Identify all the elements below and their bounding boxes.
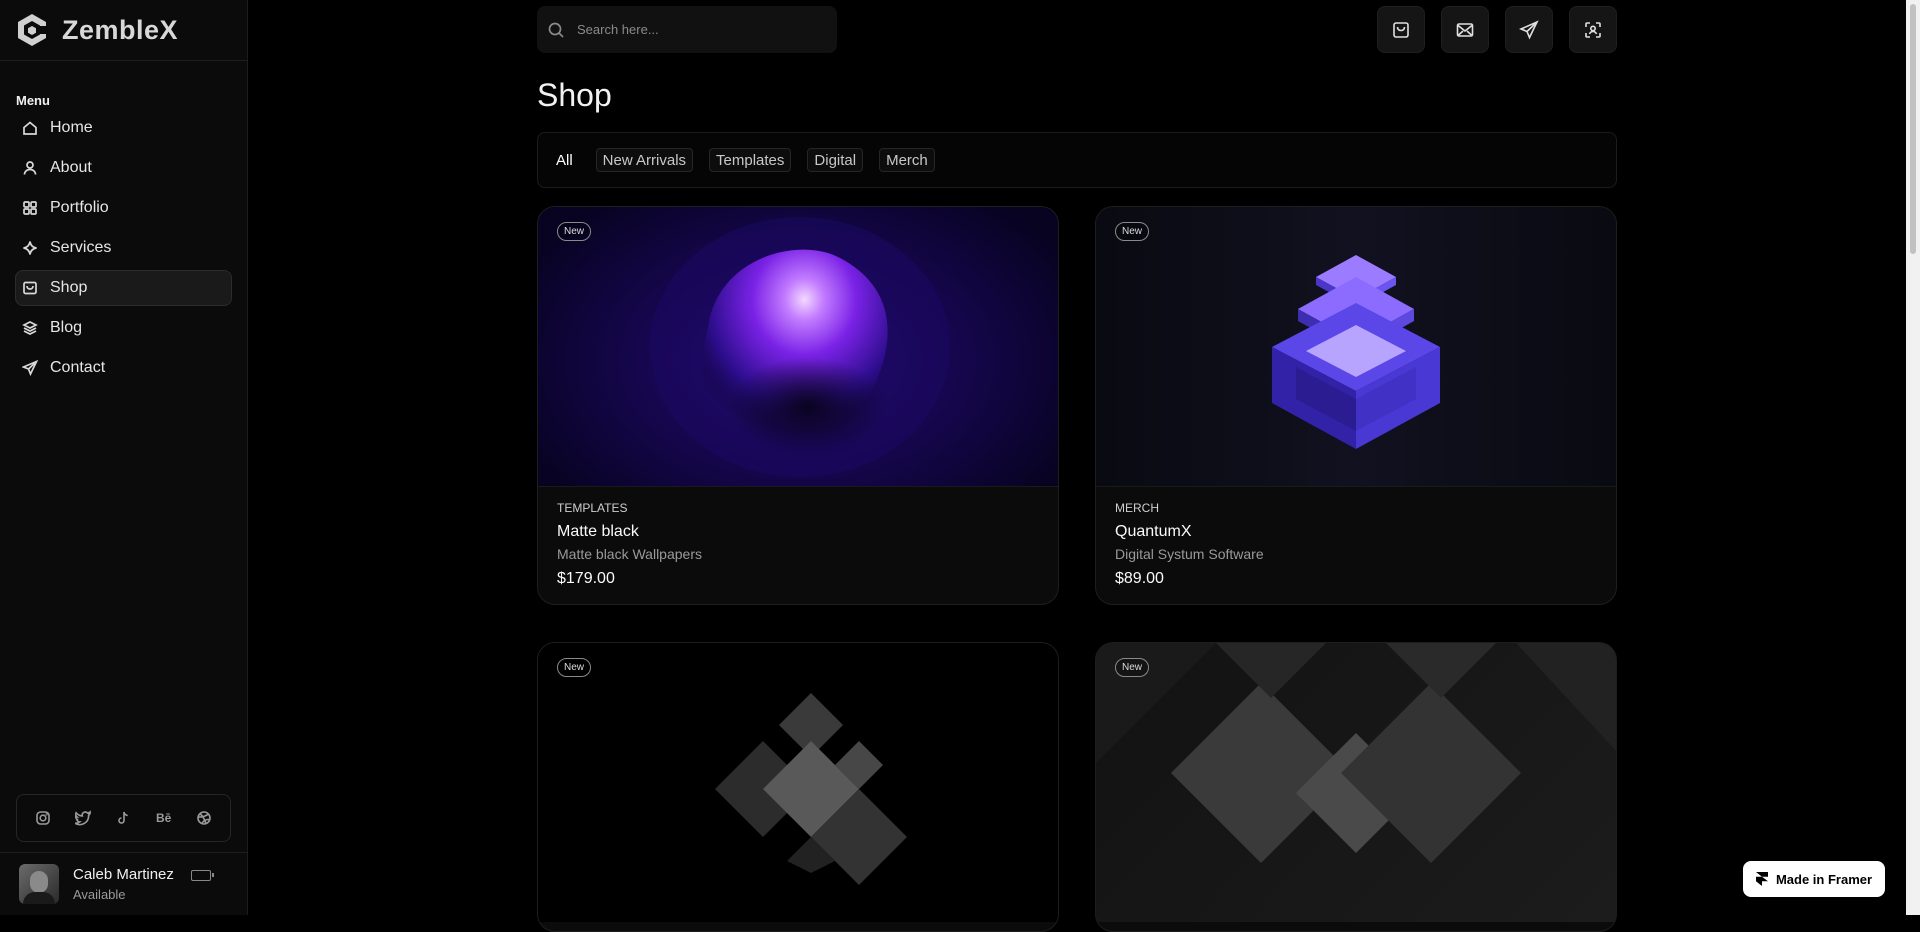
new-badge: New: [557, 222, 592, 241]
product-card-3[interactable]: New: [537, 642, 1059, 932]
product-card-matte-black[interactable]: New TEMPLATES Matte black Matte black Wa…: [537, 206, 1059, 605]
product-description: Matte black Wallpapers: [557, 546, 702, 562]
sidebar-item-portfolio[interactable]: Portfolio: [15, 190, 232, 226]
grid-icon: [23, 201, 37, 215]
battery-icon: [191, 870, 214, 881]
sidebar-item-label: Services: [50, 239, 112, 256]
product-image: New: [538, 207, 1058, 486]
product-category: MERCH: [1115, 501, 1159, 515]
user-name: Caleb Martinez: [73, 866, 174, 883]
bag-icon: [1393, 21, 1409, 38]
user-icon: [23, 161, 37, 175]
filter-merch[interactable]: Merch: [879, 148, 935, 172]
instagram-icon[interactable]: [34, 809, 52, 827]
product-card-4[interactable]: New: [1095, 642, 1617, 932]
new-badge: New: [1115, 222, 1150, 241]
scan-user-icon: [1585, 21, 1601, 38]
product-title: QuantumX: [1115, 523, 1192, 540]
user-profile[interactable]: Caleb Martinez Available: [19, 864, 174, 904]
product-image: New: [1096, 207, 1616, 486]
sidebar-item-shop[interactable]: Shop: [15, 270, 232, 306]
twitter-icon[interactable]: [74, 809, 92, 827]
product-price: $89.00: [1115, 570, 1164, 587]
filter-all[interactable]: All: [553, 148, 580, 172]
zemblex-logo-icon: [18, 14, 48, 46]
mail-button[interactable]: [1441, 6, 1489, 53]
product-image: New: [538, 643, 1058, 922]
brand[interactable]: ZembleX: [14, 12, 178, 48]
framer-badge-label: Made in Framer: [1775, 871, 1873, 887]
brand-name: ZembleX: [62, 14, 179, 45]
filter-digital[interactable]: Digital: [807, 148, 864, 172]
behance-icon[interactable]: Bē: [155, 809, 173, 827]
product-image: New: [1096, 643, 1616, 922]
send-icon: [22, 360, 38, 376]
home-icon: [23, 121, 37, 135]
product-description: Digital Systum Software: [1115, 546, 1264, 562]
sparkle-icon: [23, 241, 37, 255]
layers-icon: [22, 321, 38, 335]
sidebar-item-label: Home: [50, 119, 93, 136]
sidebar-item-about[interactable]: About: [15, 150, 232, 186]
cart-button[interactable]: [1377, 6, 1425, 53]
send-icon: [1519, 19, 1539, 39]
search-bar[interactable]: [537, 6, 837, 53]
tiktok-icon[interactable]: [114, 809, 132, 827]
product-price: $179.00: [557, 570, 615, 587]
divider: [0, 60, 248, 61]
sidebar-item-contact[interactable]: Contact: [15, 350, 232, 386]
behance-label: Bē: [155, 811, 172, 825]
sidebar-item-label: Contact: [50, 359, 106, 376]
scrollbar-thumb[interactable]: [1910, 4, 1916, 254]
dribbble-icon[interactable]: [195, 809, 213, 827]
sidebar-item-label: Portfolio: [50, 199, 109, 216]
profile-scan-button[interactable]: [1569, 6, 1617, 53]
search-input[interactable]: [577, 22, 817, 37]
grey-geometric-art: [715, 693, 907, 885]
framer-logo-icon: [1755, 872, 1768, 886]
sidebar-item-label: Blog: [50, 319, 83, 336]
new-badge: New: [557, 658, 592, 677]
send-button[interactable]: [1505, 6, 1553, 53]
grey-diamond-art: [1096, 643, 1616, 863]
user-status: Available: [73, 887, 126, 902]
avatar: [19, 864, 59, 904]
divider: [0, 852, 248, 853]
social-links: Bē: [16, 794, 231, 842]
product-category: TEMPLATES: [557, 501, 628, 515]
mail-icon: [1456, 22, 1474, 37]
purple-blob-art: [650, 217, 950, 477]
product-info: TEMPLATES Matte black Matte black Wallpa…: [538, 486, 1058, 604]
product-title: Matte black: [557, 523, 639, 540]
sidebar-item-blog[interactable]: Blog: [15, 310, 232, 346]
sidebar-item-services[interactable]: Services: [15, 230, 232, 266]
category-filter-bar: All New Arrivals Templates Digital Merch: [537, 132, 1617, 188]
sidebar: ZembleX Menu Home About Portfolio Servic…: [0, 0, 248, 915]
sidebar-item-label: Shop: [50, 279, 88, 296]
search-icon: [548, 22, 564, 38]
new-badge: New: [1115, 658, 1150, 677]
filter-new-arrivals[interactable]: New Arrivals: [595, 148, 694, 172]
page-title: Shop: [537, 77, 612, 113]
product-info: MERCH QuantumX Digital Systum Software $…: [1096, 486, 1616, 604]
made-in-framer-badge[interactable]: Made in Framer: [1743, 861, 1885, 897]
product-card-quantumx[interactable]: New MERCH QuantumX Digital Systum Softwa…: [1095, 206, 1617, 605]
sidebar-item-label: About: [50, 159, 92, 176]
sidebar-item-home[interactable]: Home: [15, 110, 232, 146]
sidebar-nav: Home About Portfolio Services Shop Blog …: [15, 110, 232, 390]
filter-templates[interactable]: Templates: [709, 148, 792, 172]
page-scrollbar[interactable]: [1906, 0, 1920, 915]
bag-icon: [23, 281, 37, 295]
menu-title: Menu: [16, 93, 50, 108]
crystal-cube-art: [1272, 255, 1440, 449]
